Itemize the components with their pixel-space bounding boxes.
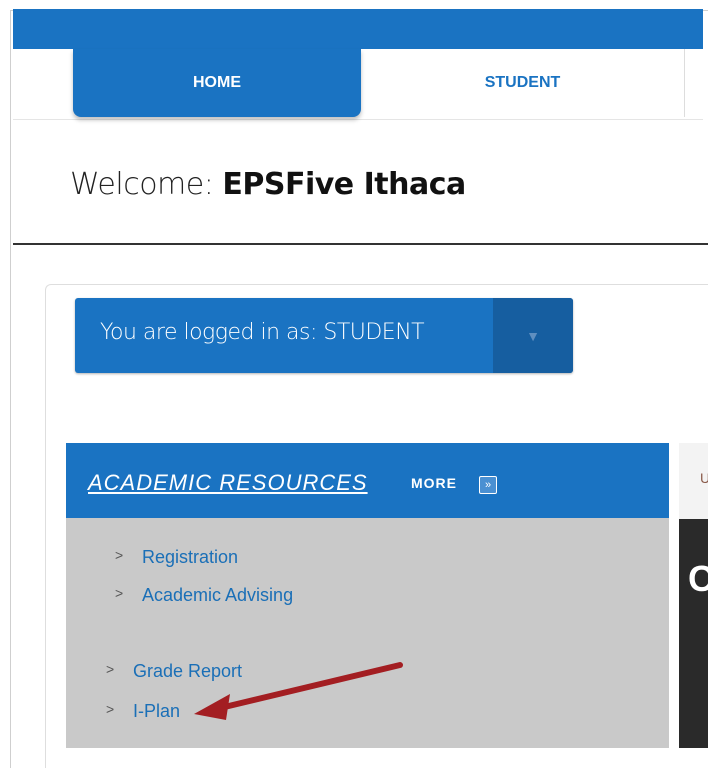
- double-chevron-right-icon[interactable]: »: [479, 476, 497, 494]
- top-bar: [13, 9, 703, 49]
- welcome-heading: Welcome: EPSFive Ithaca: [70, 167, 466, 202]
- logged-in-as-dropdown[interactable]: You are logged in as: STUDENT ▼: [75, 298, 573, 373]
- logged-in-as-label: You are logged in as: STUDENT: [100, 320, 425, 345]
- i-plan-link[interactable]: I-Plan: [133, 701, 180, 722]
- tab-student[interactable]: STUDENT: [361, 49, 685, 117]
- chevron-right-icon: >: [106, 661, 115, 677]
- tab-home-label: HOME: [193, 74, 241, 91]
- annotation-arrow-icon: [194, 662, 403, 720]
- tab-bar: HOME STUDENT: [13, 49, 703, 120]
- academic-advising-link[interactable]: Academic Advising: [142, 585, 293, 606]
- chevron-right-icon: >: [106, 701, 115, 717]
- right-panel-image: [679, 519, 708, 748]
- role-dropdown-button[interactable]: ▼: [493, 298, 573, 373]
- tab-home[interactable]: HOME: [73, 49, 361, 117]
- more-link[interactable]: MORE: [411, 475, 457, 491]
- chevron-right-icon: >: [115, 547, 124, 563]
- right-panel-image-text: C: [688, 558, 708, 599]
- triangle-down-icon: ▼: [526, 327, 540, 344]
- right-panel-header-text: U: [700, 470, 708, 486]
- registration-link[interactable]: Registration: [142, 547, 238, 568]
- tab-student-label: STUDENT: [484, 74, 561, 91]
- welcome-prefix: Welcome:: [70, 167, 223, 202]
- academic-resources-header: ACADEMIC RESOURCES MORE »: [66, 443, 669, 518]
- user-name: EPSFive Ithaca: [222, 167, 466, 202]
- divider: [13, 243, 708, 245]
- chevron-right-icon: >: [115, 585, 124, 601]
- academic-resources-title-link[interactable]: ACADEMIC RESOURCES: [88, 470, 368, 496]
